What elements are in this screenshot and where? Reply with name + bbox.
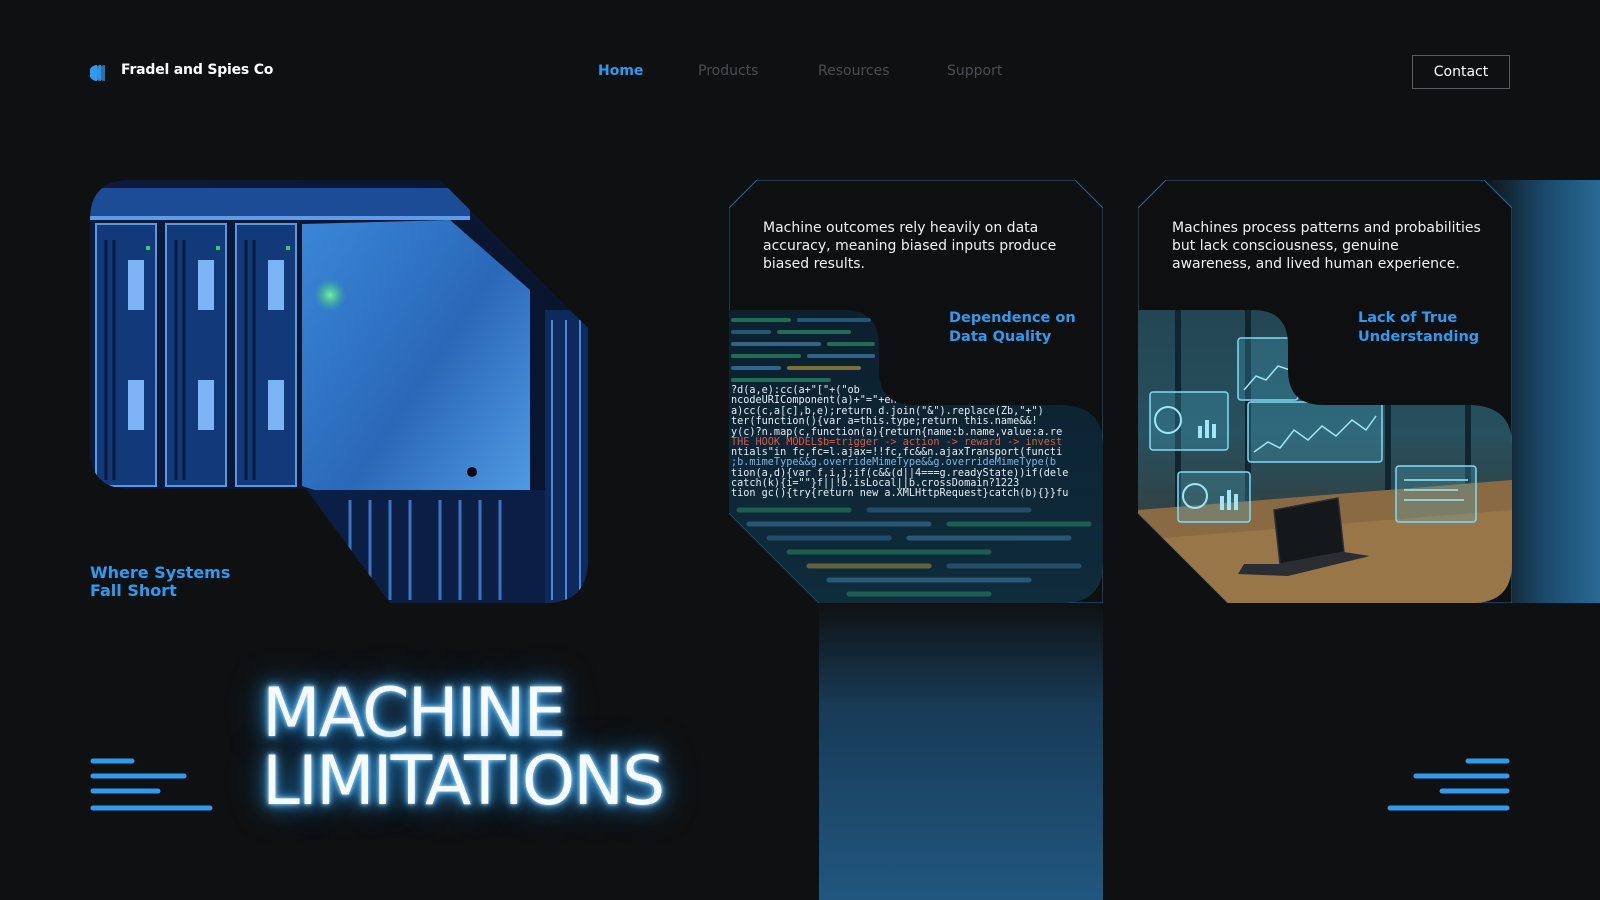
section-caption: Where Systems Fall Short [90,563,231,600]
hero-title: MACHINE LIMITATIONS [262,674,665,821]
card-description: Machines process patterns and probabilit… [1172,220,1481,272]
card-description: Machine outcomes rely heavily on data ac… [763,220,1057,272]
card-title: Lack of True Understanding [1358,310,1480,345]
contact-button[interactable]: Contact [1412,55,1510,89]
code-line: ;b.mimeType&&g.overrideMimeType&&g.overr… [731,457,1056,468]
speed-lines-icon [1387,758,1510,811]
nav-products[interactable]: Products [698,63,758,79]
nav-home[interactable]: Home [598,63,643,79]
nav-support[interactable]: Support [947,63,1002,79]
card-true-understanding: Machines process patterns and probabilit… [1138,180,1512,603]
brand-logo-icon[interactable] [90,64,110,82]
speed-lines-icon [90,758,213,811]
hero-title-line1: MACHINE [262,674,567,753]
code-line: tion gc(){try{return new a.XMLHttpReques… [731,488,1068,499]
server-rack-image [90,180,588,603]
brand-name[interactable]: Fradel and Spies Co [121,62,273,78]
card-data-quality: ?d(a,e):cc(a+"["+("ob ncodeURIComponent(… [729,180,1103,603]
nav-resources[interactable]: Resources [818,63,890,79]
gradient-pillar [819,600,1103,900]
code-line: ter(function(){var a=this.type;return th… [731,416,1038,427]
card-title: Dependence on Data Quality [949,310,1076,345]
hero-title-line2: LIMITATIONS [262,742,665,821]
